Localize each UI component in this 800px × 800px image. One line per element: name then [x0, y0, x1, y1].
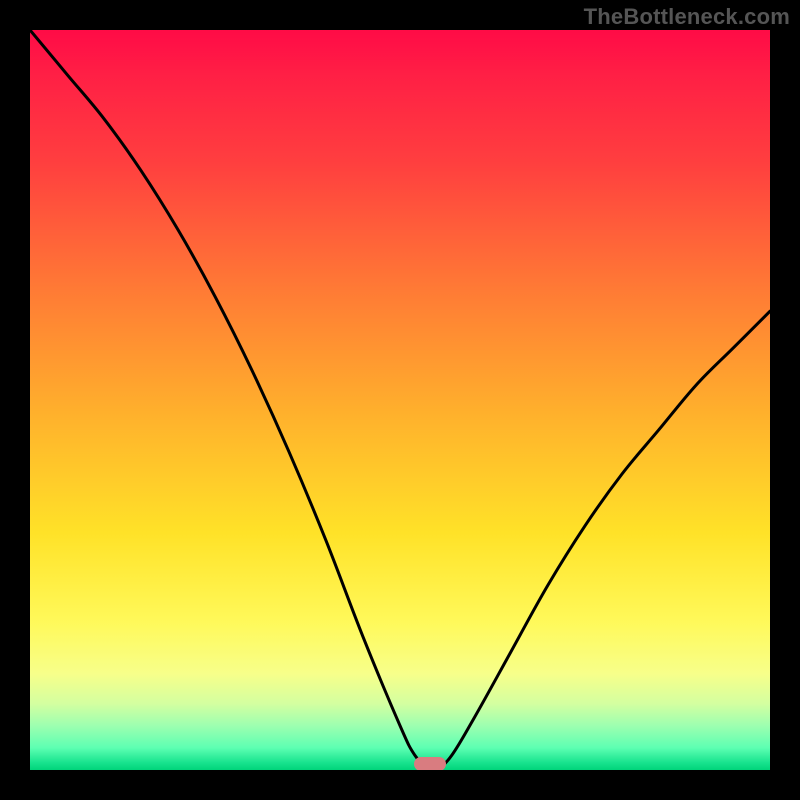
- plot-area: [30, 30, 770, 770]
- attribution-text: TheBottleneck.com: [584, 4, 790, 30]
- chart-frame: TheBottleneck.com: [0, 0, 800, 800]
- optimal-point-marker: [414, 757, 446, 770]
- bottleneck-curve: [30, 30, 770, 770]
